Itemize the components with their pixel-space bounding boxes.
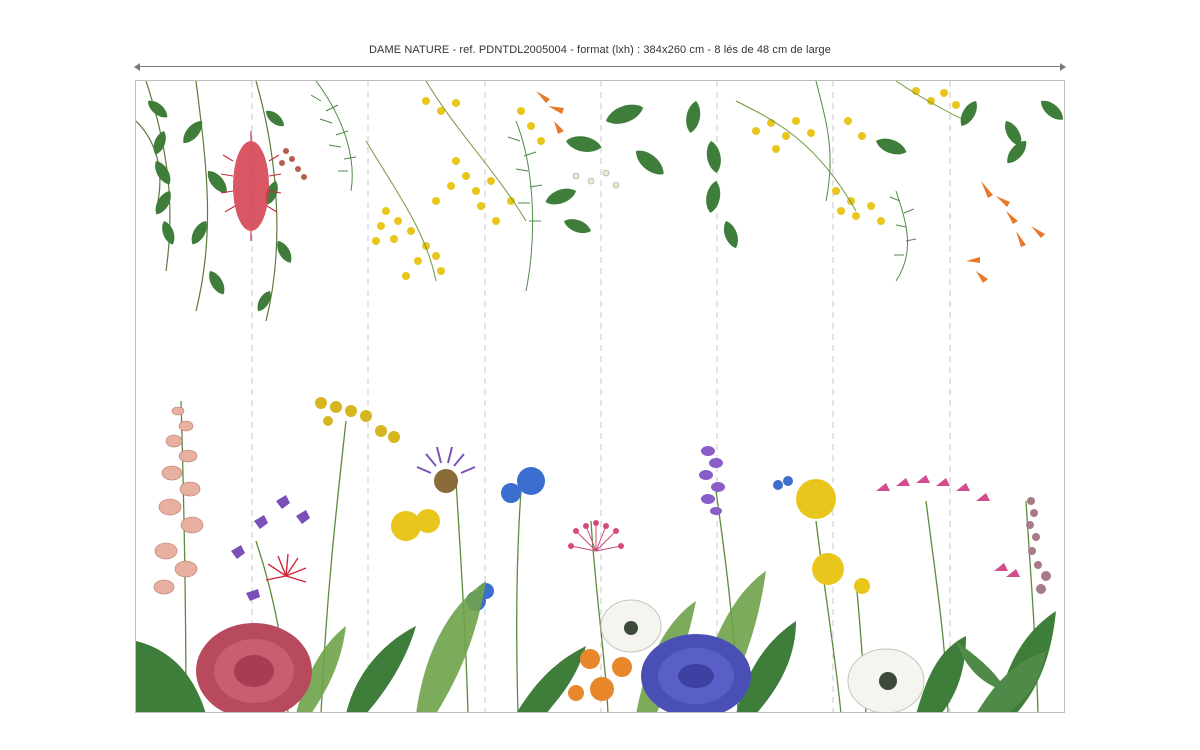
dimension-caption: DAME NATURE - ref. PDNTDL2005004 - forma… bbox=[368, 44, 831, 56]
cornflowers bbox=[466, 467, 793, 611]
wallpaper-mural bbox=[135, 80, 1065, 713]
foxglove-flower bbox=[153, 406, 204, 595]
bottom-flowers bbox=[136, 397, 1056, 712]
dimension-arrow bbox=[134, 63, 1066, 71]
purple-flowers bbox=[231, 495, 310, 601]
allium-flower bbox=[568, 520, 624, 552]
pincushion-flower bbox=[265, 553, 307, 583]
panel-seams bbox=[251, 81, 951, 712]
thistle-flower bbox=[416, 446, 476, 493]
mural-illustration bbox=[136, 81, 1064, 712]
protea-flower bbox=[196, 623, 312, 712]
freesia-flowers bbox=[876, 475, 1020, 577]
yellow-buttercups bbox=[391, 479, 870, 594]
mimosa-clusters bbox=[372, 87, 960, 280]
vetch-flower bbox=[699, 446, 725, 515]
